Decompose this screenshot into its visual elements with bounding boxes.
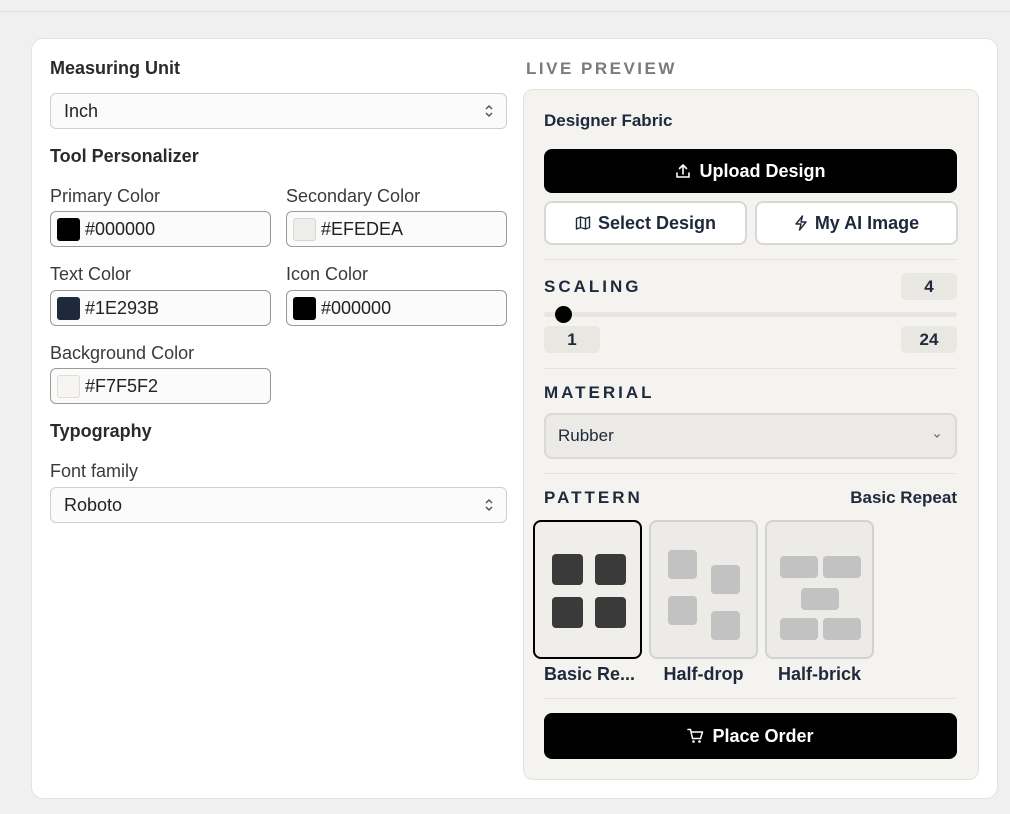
icon-color-input[interactable]: #000000 [286,290,507,326]
pattern-block [595,554,626,585]
material-label: MATERIAL [544,383,655,402]
icon-color-swatch[interactable] [293,296,316,320]
background-color-swatch[interactable] [57,374,80,398]
pattern-selected-name: Basic Repeat [850,488,957,507]
pattern-block [823,556,861,578]
live-preview-panel: Designer Fabric Upload Design Select Des… [523,89,979,780]
background-color-label: Background Color [50,343,195,363]
divider [544,473,957,474]
top-divider [0,11,1010,12]
icon-color-label: Icon Color [286,264,369,284]
background-color-value: #F7F5F2 [85,375,159,396]
my-ai-image-label: My AI Image [814,212,920,233]
material-value: Rubber [558,426,614,445]
divider [544,368,957,369]
text-color-value: #1E293B [85,297,160,318]
chevron-down-icon [934,434,940,438]
lightning-icon [795,215,807,231]
pattern-block [780,556,818,578]
scaling-slider-thumb[interactable] [555,306,572,323]
upload-design-button[interactable]: Upload Design [544,149,957,193]
pattern-block [780,618,818,640]
select-arrows-icon [485,498,493,512]
select-arrows-icon [485,104,493,118]
measuring-unit-value: Inch [64,100,99,121]
font-family-label: Font family [50,461,139,481]
tool-personalizer-label: Tool Personalizer [50,146,199,166]
scaling-value-badge: 4 [901,273,957,300]
primary-color-label: Primary Color [50,186,161,206]
pattern-block [711,611,740,640]
primary-color-swatch[interactable] [57,217,80,241]
pattern-block [823,618,861,640]
font-family-value: Roboto [64,494,123,515]
text-color-label: Text Color [50,264,132,284]
map-icon [575,216,591,230]
upload-design-label: Upload Design [699,160,826,181]
pattern-block [668,596,697,625]
pattern-block [801,588,839,610]
divider [544,698,957,699]
scaling-max-badge: 24 [901,326,957,353]
text-color-swatch[interactable] [57,296,80,320]
measuring-unit-select[interactable]: Inch [50,93,507,129]
pattern-block [711,565,740,594]
select-design-label: Select Design [597,212,717,233]
pattern-tile-half-brick[interactable] [765,520,874,659]
primary-color-value: #000000 [85,218,156,239]
icon-color-value: #000000 [321,297,392,318]
select-design-button[interactable]: Select Design [544,201,747,245]
scaling-slider-track[interactable] [544,312,957,317]
pattern-block [552,554,583,585]
text-color-input[interactable]: #1E293B [50,290,271,326]
pattern-block [552,597,583,628]
pattern-label-half-brick: Half-brick [777,664,862,684]
place-order-label: Place Order [712,725,814,746]
divider [544,259,957,260]
secondary-color-input[interactable]: #EFEDEA [286,211,507,247]
measuring-unit-label: Measuring Unit [50,58,181,78]
product-title: Designer Fabric [544,111,673,130]
place-order-button[interactable]: Place Order [544,713,957,759]
live-preview-heading: LIVE PREVIEW [526,59,677,78]
pattern-label: PATTERN [544,488,643,507]
material-select[interactable]: Rubber [544,413,957,459]
pattern-label-basic-repeat: Basic Re... [544,664,636,684]
font-family-select[interactable]: Roboto [50,487,507,523]
pattern-label-half-drop: Half-drop [663,664,744,684]
upload-icon [676,164,691,178]
cart-icon [687,728,704,743]
secondary-color-value: #EFEDEA [321,218,404,239]
settings-card: Measuring Unit Inch Tool Personalizer Pr… [31,38,998,799]
background-color-input[interactable]: #F7F5F2 [50,368,271,404]
scaling-min-badge: 1 [544,326,600,353]
primary-color-input[interactable]: #000000 [50,211,271,247]
scaling-label: SCALING [544,277,642,296]
typography-label: Typography [50,421,152,441]
secondary-color-label: Secondary Color [286,186,421,206]
my-ai-image-button[interactable]: My AI Image [755,201,958,245]
pattern-tile-half-drop[interactable] [649,520,758,659]
pattern-tile-basic-repeat[interactable] [533,520,642,659]
pattern-block [668,550,697,579]
secondary-color-swatch[interactable] [293,217,316,241]
pattern-block [595,597,626,628]
